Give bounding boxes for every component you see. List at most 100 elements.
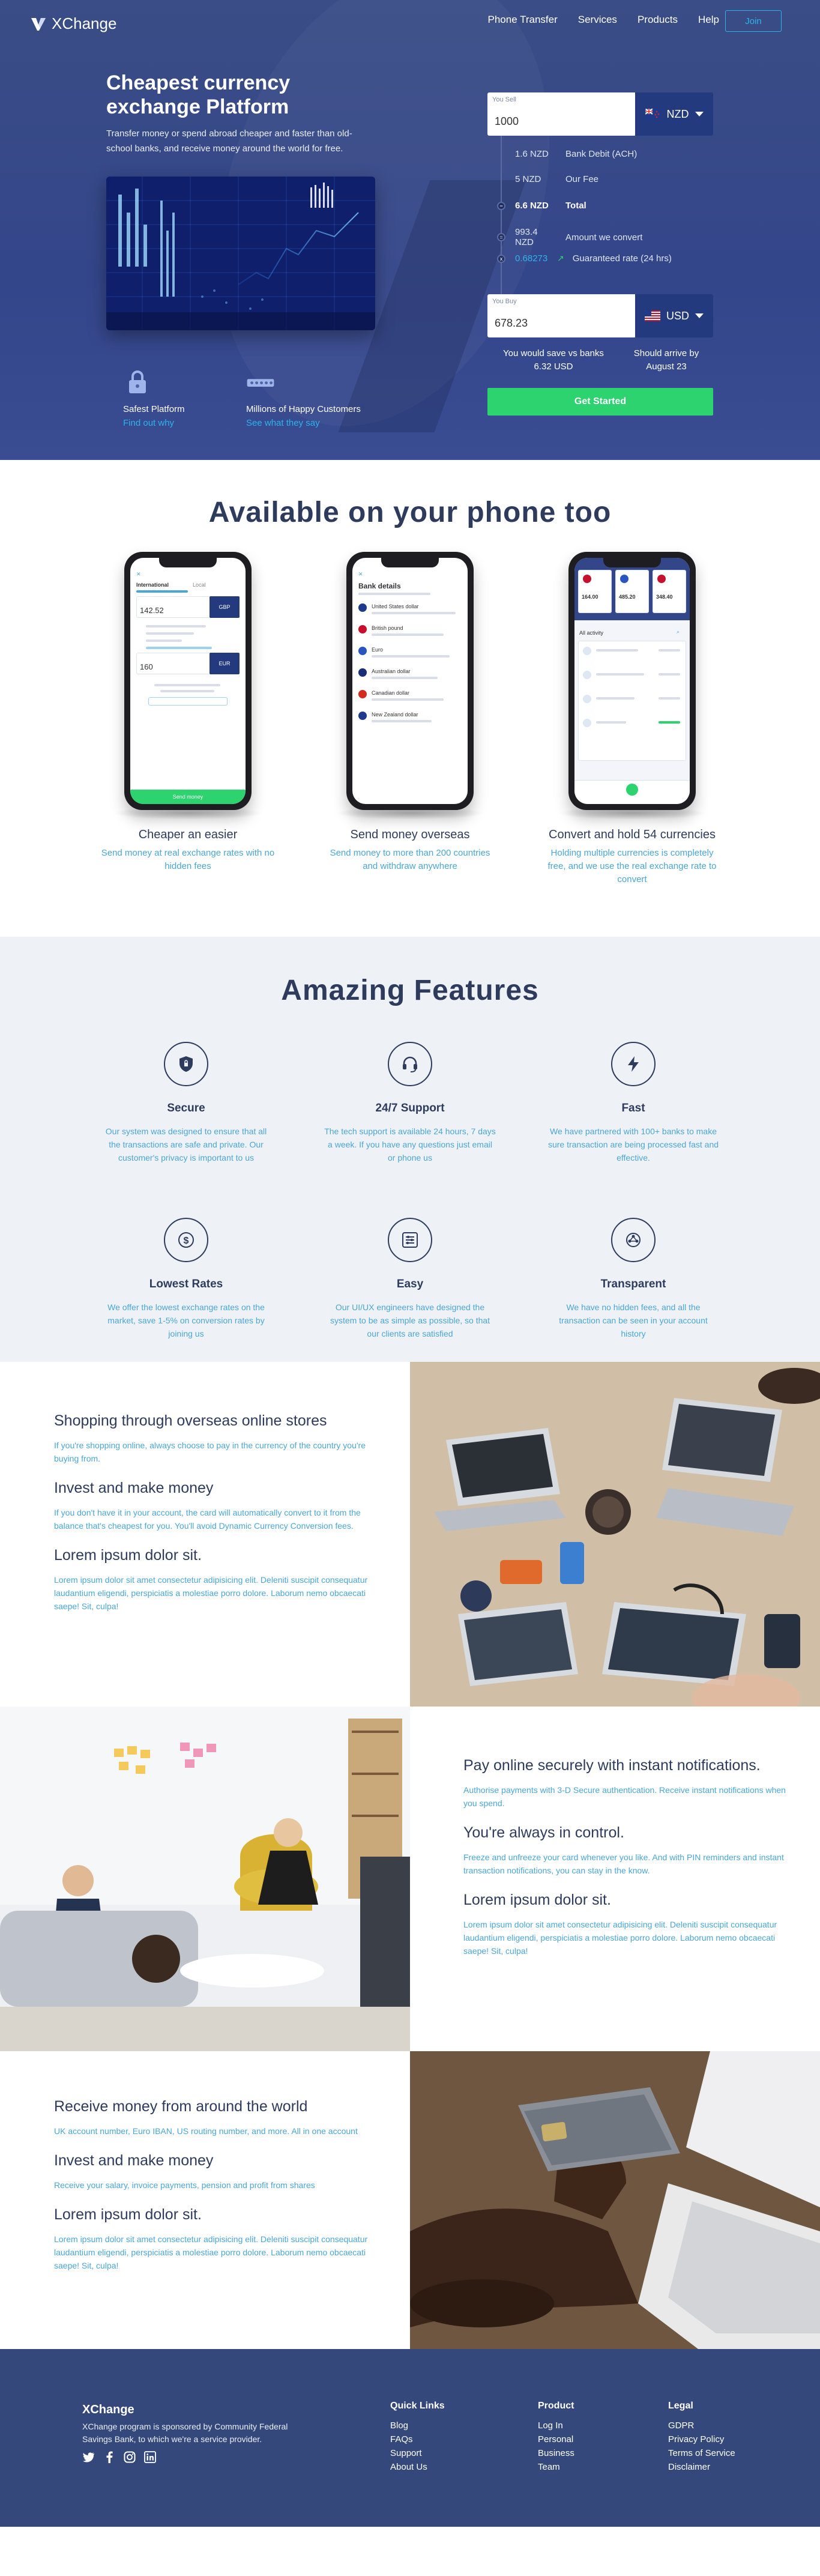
sell-value[interactable]: 1000 bbox=[495, 115, 519, 128]
footer-link-support[interactable]: Support bbox=[390, 2446, 445, 2460]
phone-card-desc: Send money to more than 200 countries an… bbox=[330, 848, 490, 871]
section-paragraph: Authorise payments with 3-D Secure authe… bbox=[463, 1785, 786, 1808]
footer-link-team[interactable]: Team bbox=[538, 2460, 574, 2474]
ca-flag-icon bbox=[358, 690, 367, 698]
get-started-button[interactable]: Get Started bbox=[487, 388, 713, 416]
breakdown-item: = 993.4 NZD Amount we convert bbox=[497, 227, 642, 247]
sell-currency-select[interactable]: NZD bbox=[635, 92, 713, 136]
shopping-section: Shopping through overseas online stores … bbox=[0, 1362, 820, 1707]
instagram-icon[interactable] bbox=[123, 2451, 136, 2464]
section-heading: You're always in control. bbox=[463, 1824, 624, 1841]
breakdown-label: Total bbox=[565, 201, 586, 211]
eu-flag-icon bbox=[620, 575, 629, 583]
phone-screen: 164.00 485.20 348.40 All activity ⌕ bbox=[574, 558, 690, 804]
breakdown-amount: 1.6 NZD bbox=[515, 149, 549, 159]
fee-breakdown: 1.6 NZD Bank Debit (ACH) 5 NZD Our Fee −… bbox=[497, 136, 713, 304]
close-icon: ✕ bbox=[136, 571, 141, 577]
section-paragraph: Freeze and unfreeze your card whenever y… bbox=[463, 1852, 784, 1875]
twitter-icon[interactable] bbox=[82, 2451, 95, 2464]
screen-sell-value: 142.52 bbox=[140, 606, 164, 615]
buy-currency-select[interactable]: USD bbox=[635, 294, 713, 337]
us-flag-icon bbox=[644, 310, 660, 321]
breakdown-amount: 5 NZD bbox=[515, 174, 541, 184]
facebook-icon[interactable] bbox=[103, 2451, 116, 2464]
footer-link-business[interactable]: Business bbox=[538, 2446, 574, 2460]
screen-text-line bbox=[659, 649, 680, 652]
receive-section: Receive money from around the world UK a… bbox=[0, 2051, 820, 2349]
search-icon: ⌕ bbox=[677, 629, 680, 635]
card-payment-photo bbox=[410, 2051, 820, 2349]
footer-link-terms[interactable]: Terms of Service bbox=[668, 2446, 735, 2460]
screen-text-line bbox=[596, 649, 638, 652]
feature-icon-ring: $ bbox=[164, 1218, 208, 1262]
feature-happy-customers: Millions of Happy Customers See what the… bbox=[246, 367, 361, 428]
nav-link-services[interactable]: Services bbox=[578, 14, 617, 26]
breakdown-line bbox=[501, 136, 502, 304]
phone-card-currencies: 164.00 485.20 348.40 All activity ⌕ Conv… bbox=[545, 552, 719, 886]
breakdown-item-rate: x 0.68273 ↗ Guaranteed rate (24 hrs) bbox=[497, 253, 672, 264]
breakdown-label: Bank Debit (ACH) bbox=[565, 149, 638, 159]
nav-link-products[interactable]: Products bbox=[638, 14, 678, 26]
phone-card-desc: Holding multiple currencies is completel… bbox=[547, 848, 717, 884]
social-links bbox=[82, 2451, 310, 2464]
breakdown-label: Guaranteed rate (24 hrs) bbox=[572, 253, 672, 264]
footer-col-quick-links: Quick Links Blog FAQs Support About Us bbox=[390, 2401, 445, 2474]
breakdown-amount: 0.68273 bbox=[515, 253, 548, 264]
shield-icon bbox=[179, 1056, 193, 1072]
screen-tab-local: Local bbox=[193, 582, 206, 588]
section-title: Available on your phone too bbox=[208, 497, 612, 528]
nav-link-help[interactable]: Help bbox=[698, 14, 719, 26]
breakdown-item-total: − 6.6 NZD Total bbox=[497, 201, 586, 211]
nav-link-phone-transfer[interactable]: Phone Transfer bbox=[488, 14, 558, 26]
activity-list bbox=[578, 641, 686, 761]
phone-notch bbox=[381, 558, 439, 567]
screen-text-line bbox=[372, 633, 444, 636]
features-section: Amazing Features Secure Our system was d… bbox=[0, 937, 820, 1362]
screen-country: Euro bbox=[372, 647, 384, 653]
footer-link-gdpr[interactable]: GDPR bbox=[668, 2419, 735, 2432]
arrival-summary: Should arrive by August 23 bbox=[620, 347, 713, 381]
screen-title: Bank details bbox=[358, 582, 401, 590]
brand-logo[interactable]: XChange bbox=[30, 14, 116, 33]
screen-text-line bbox=[659, 697, 680, 700]
footer-link-login[interactable]: Log In bbox=[538, 2419, 574, 2432]
screen-text-line bbox=[358, 593, 430, 595]
transaction-icon bbox=[583, 647, 591, 655]
section-heading: Lorem ipsum dolor sit. bbox=[54, 1547, 202, 1564]
feature-link[interactable]: Find out why bbox=[123, 418, 185, 428]
sell-amount-field[interactable]: You Sell 1000 bbox=[487, 92, 635, 136]
buy-amount-field[interactable]: You Buy 678.23 bbox=[487, 294, 635, 337]
footer-link-personal[interactable]: Personal bbox=[538, 2432, 574, 2446]
phone-screen: ✕ International Local 142.52 GBP 160 EUR… bbox=[130, 558, 246, 804]
buy-value[interactable]: 678.23 bbox=[495, 317, 528, 330]
join-button[interactable]: Join bbox=[725, 10, 782, 32]
breakdown-item: 5 NZD Our Fee bbox=[497, 174, 598, 184]
footer-link-privacy[interactable]: Privacy Policy bbox=[668, 2432, 735, 2446]
section-heading: Invest and make money bbox=[54, 2152, 214, 2169]
dollar-icon: $ bbox=[178, 1232, 194, 1248]
equals-icon: = bbox=[497, 233, 505, 241]
screen-country: Canadian dollar bbox=[372, 690, 410, 696]
headset-icon bbox=[403, 1056, 417, 1072]
phone-section: Available on your phone too ✕ Internatio… bbox=[0, 460, 820, 937]
footer-col-product: Product Log In Personal Business Team bbox=[538, 2401, 574, 2474]
linkedin-icon[interactable] bbox=[143, 2451, 157, 2464]
screen-country: Australian dollar bbox=[372, 668, 411, 674]
footer-link-blog[interactable]: Blog bbox=[390, 2419, 445, 2432]
phone-mockup: ✕ International Local 142.52 GBP 160 EUR… bbox=[124, 552, 252, 810]
footer-link-faqs[interactable]: FAQs bbox=[390, 2432, 445, 2446]
section-heading: Lorem ipsum dolor sit. bbox=[463, 1891, 611, 1908]
navbar: XChange Phone Transfer Services Products… bbox=[0, 0, 820, 48]
feature-title: Easy bbox=[396, 1278, 424, 1290]
arrival-date: August 23 bbox=[646, 361, 687, 372]
feature-title: 24/7 Support bbox=[375, 1102, 445, 1114]
footer-link-disclaimer[interactable]: Disclaimer bbox=[668, 2460, 735, 2474]
feature-link[interactable]: See what they say bbox=[246, 418, 361, 428]
footer-link-about[interactable]: About Us bbox=[390, 2460, 445, 2474]
logo-icon bbox=[31, 17, 46, 31]
sell-currency-code: NZD bbox=[666, 107, 689, 120]
feature-icon-ring bbox=[388, 1218, 432, 1262]
section-paragraph: Lorem ipsum dolor sit amet consectetur a… bbox=[54, 2234, 368, 2270]
feature-desc: We have no hidden fees, and all the tran… bbox=[559, 1302, 708, 1338]
footer-col-title: Legal bbox=[668, 2401, 693, 2411]
